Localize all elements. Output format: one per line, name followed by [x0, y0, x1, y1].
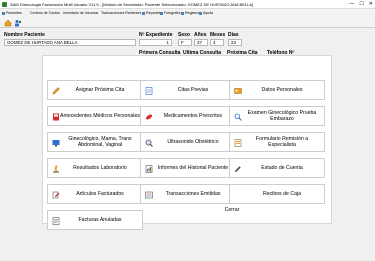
menu-ayuda[interactable]: Ayuda — [199, 9, 213, 17]
transacciones-emitidas-label: Transacciones Emitidas — [165, 191, 221, 197]
menu-pacientes[interactable]: Pacientes — [2, 9, 22, 17]
window-title: SAM Ginecologia Facturación Multi Usuari… — [10, 2, 254, 7]
search-icon — [233, 112, 242, 121]
formulario-remision-label: Formulario Remisión a Especialista — [255, 136, 309, 148]
expediente-label: Nº Expediente — [139, 32, 173, 38]
asignar-cita-label: Asignar Próxima Cita — [75, 87, 125, 93]
resultados-laboratorio-label: Resultados Laboratorio — [73, 165, 127, 171]
pills-icon — [144, 112, 153, 121]
estado-cuenta-label: Estado de Cuenta — [261, 165, 303, 171]
citas-previas-button[interactable]: Citas Previas — [140, 80, 236, 100]
dias-field[interactable]: 23 — [228, 39, 242, 46]
datos-personales-button[interactable]: Datos Personales — [229, 80, 325, 100]
transactions-icon — [144, 190, 153, 199]
ginecologico-mama-label: Ginecológico, Mama, Trans Abdominal, Vag… — [68, 136, 132, 148]
sexo-field[interactable]: F — [178, 39, 192, 46]
medicamentos-label: Medicamentos Prescritos — [163, 113, 223, 119]
patient-name-field[interactable]: GOMEZ DE HURTADO ANA BELLA — [4, 39, 136, 46]
home-icon[interactable] — [3, 18, 12, 27]
reportes-menu-icon — [142, 11, 145, 15]
menu-bar: Pacientes Centros de Costos Inventario d… — [0, 9, 375, 17]
menu-transacciones[interactable]: Transacciones Recientes — [101, 9, 141, 17]
close-button[interactable]: ✕ — [369, 0, 373, 8]
report-icon — [144, 164, 153, 173]
cerrar-label: Cerrar — [224, 207, 240, 213]
recibos-caja-label: Recibos de Caja — [262, 191, 302, 197]
monitor-icon — [51, 138, 60, 147]
articulos-facturados-button[interactable]: Artículos Facturados — [47, 184, 143, 204]
anos-field[interactable]: 37 — [194, 39, 208, 46]
menu-registros[interactable]: Registros — [181, 9, 200, 17]
magnifier-icon — [144, 138, 153, 147]
ultrasonido-label: Ultrasonido Obstétrico — [167, 139, 219, 145]
microscope-icon — [51, 164, 60, 173]
ayuda-menu-icon — [199, 11, 202, 15]
pencil-icon — [51, 86, 60, 95]
cerrar-button[interactable]: Cerrar — [140, 200, 326, 220]
ginecologico-mama-button[interactable]: Ginecológico, Mama, Trans Abdominal, Vag… — [47, 132, 143, 152]
title-bar: SAM Ginecologia Facturación Multi Usuari… — [0, 0, 375, 9]
document-icon — [144, 86, 153, 95]
menu-centros-costos[interactable]: Centros de Costos — [30, 9, 60, 17]
dias-label: Días — [228, 32, 239, 38]
toolbar — [0, 17, 375, 28]
articulos-facturados-label: Artículos Facturados — [76, 191, 124, 197]
facturas-anuladas-button[interactable]: Facturas Anuladas — [47, 210, 143, 230]
notebook-icon — [51, 112, 60, 121]
ultrasonido-button[interactable]: Ultrasonido Obstétrico — [140, 132, 236, 152]
datos-personales-label: Datos Personales — [261, 87, 303, 93]
menu-inventario[interactable]: Inventario de Insumos — [63, 9, 98, 17]
app-icon — [2, 2, 7, 7]
formulario-remision-button[interactable]: Formulario Remisión a Especialista — [229, 132, 325, 152]
informes-historial-button[interactable]: Informes del Historial Paciente — [140, 158, 236, 178]
resultados-laboratorio-button[interactable]: Resultados Laboratorio — [47, 158, 143, 178]
meses-field[interactable]: 4 — [210, 39, 224, 46]
menu-fotografia[interactable]: Fotografía — [160, 9, 180, 17]
examen-ginecologico-label: Examen Ginecológico Prueba Embarazo — [247, 110, 317, 122]
window-controls: — ☐ ✕ — [349, 0, 373, 8]
pen-icon — [233, 164, 242, 173]
form-icon — [233, 138, 242, 147]
patient-name-label: Nombre Paciente — [4, 32, 45, 38]
examen-ginecologico-button[interactable]: Examen Ginecológico Prueba Embarazo — [229, 106, 325, 126]
citas-previas-label: Citas Previas — [177, 87, 209, 93]
estado-cuenta-button[interactable]: Estado de Cuenta — [229, 158, 325, 178]
users-icon[interactable] — [13, 18, 22, 27]
menu-reportes[interactable]: Reportes — [142, 9, 161, 17]
expediente-field[interactable]: 1 — [139, 39, 172, 46]
meses-label: Meses — [210, 32, 226, 38]
facturas-anuladas-label: Facturas Anuladas — [78, 217, 122, 223]
actions-panel: Asignar Próxima Cita Citas Previas Datos… — [42, 55, 332, 230]
antecedentes-label: Antecedentes Médicos Personales — [60, 113, 140, 119]
antecedentes-button[interactable]: Antecedentes Médicos Personales — [47, 106, 143, 126]
edit-icon — [51, 190, 60, 199]
medicamentos-button[interactable]: Medicamentos Prescritos — [140, 106, 236, 126]
pacientes-menu-icon — [2, 11, 5, 15]
registros-menu-icon — [181, 11, 184, 15]
maximize-button[interactable]: ☐ — [359, 0, 363, 8]
fotografia-menu-icon — [160, 11, 163, 15]
minimize-button[interactable]: — — [349, 0, 354, 8]
anos-label: Años — [194, 32, 207, 38]
sexo-label: Sexo — [178, 32, 190, 38]
informes-historial-label: Informes del Historial Paciente — [157, 165, 229, 171]
asignar-cita-button[interactable]: Asignar Próxima Cita — [47, 80, 143, 100]
invoice-icon — [51, 216, 60, 225]
id-card-icon — [233, 86, 242, 95]
